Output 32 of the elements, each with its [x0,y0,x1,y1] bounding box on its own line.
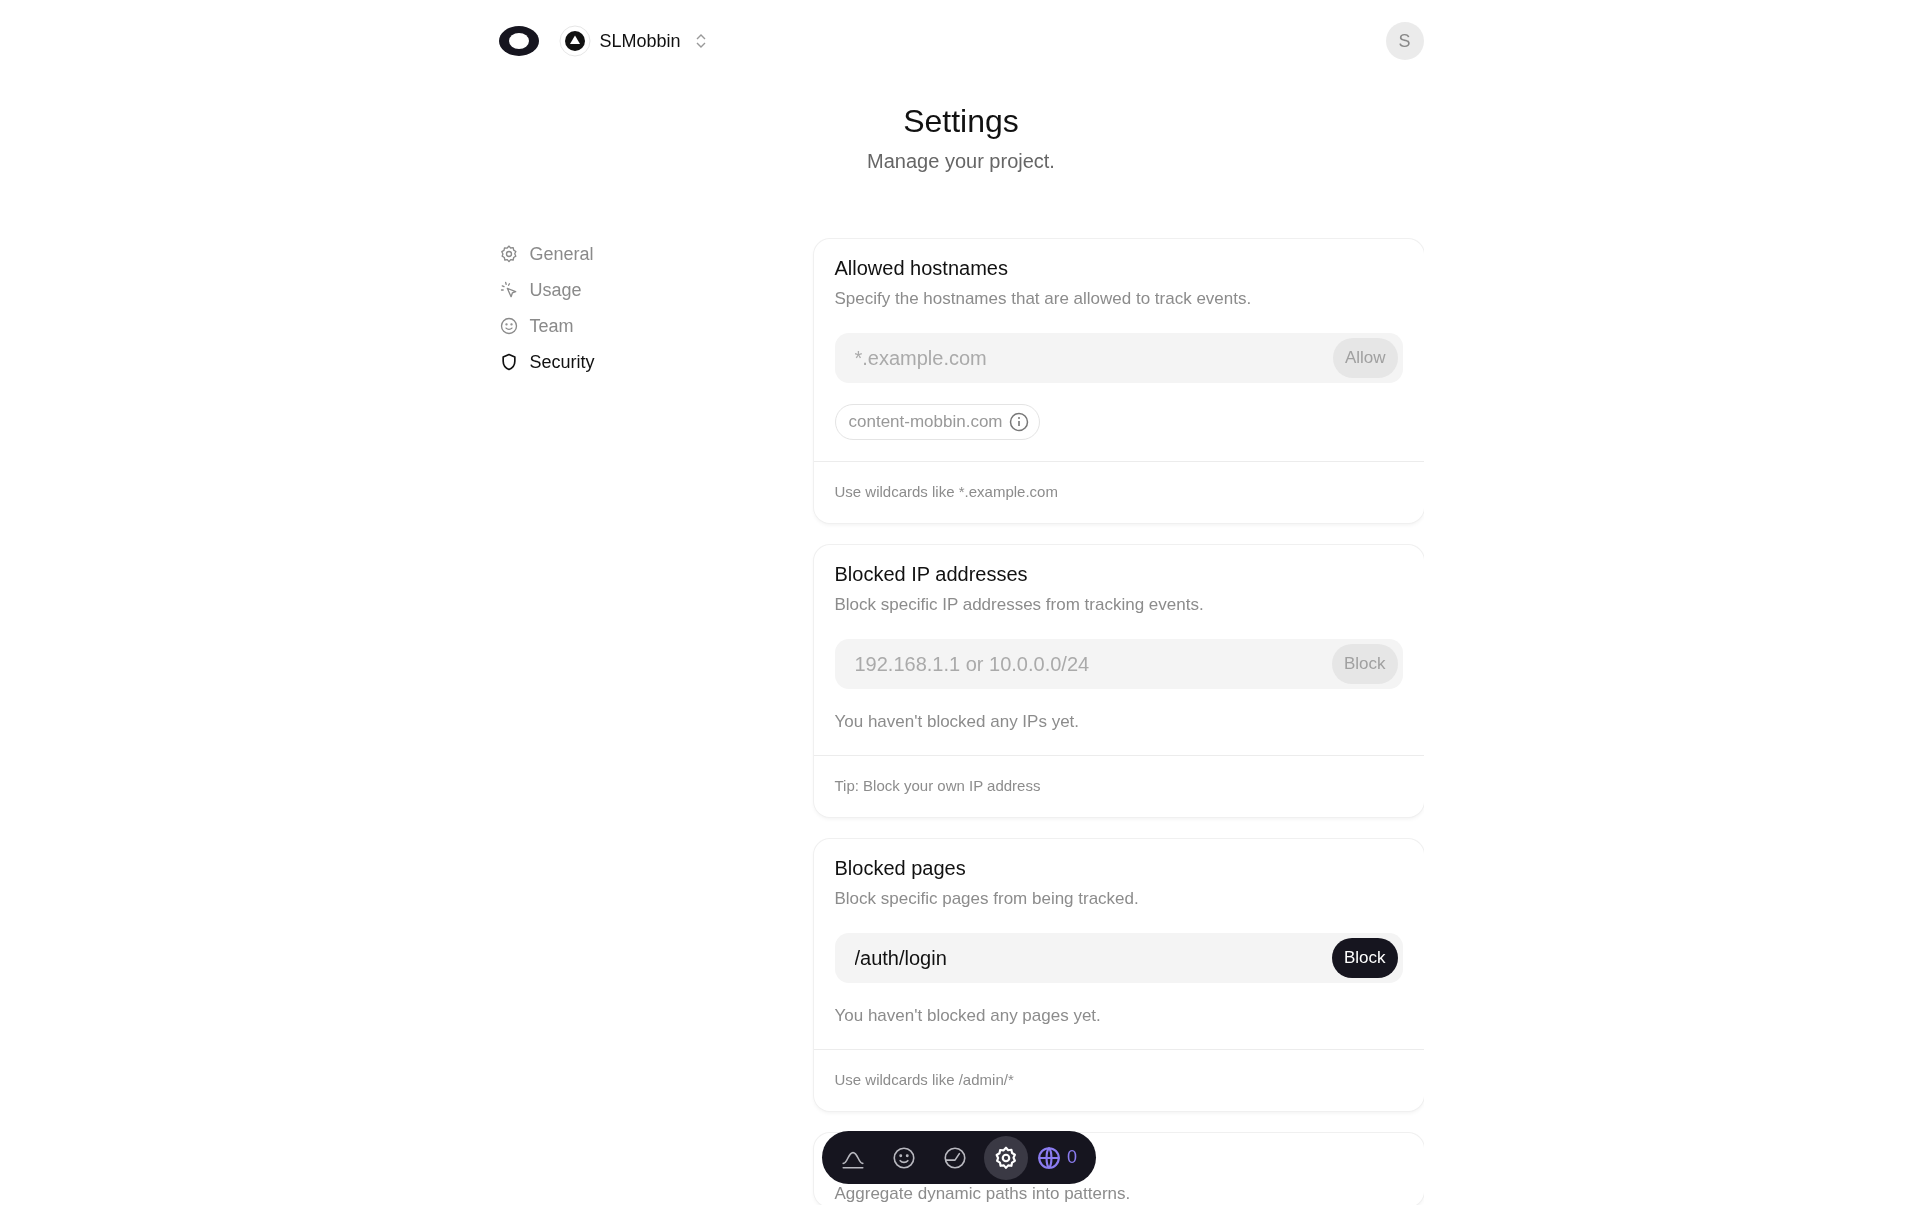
info-icon[interactable] [1008,412,1029,432]
page-title: Settings [902,102,1020,141]
card-footer-note: Tip: Block your own IP address [833,776,1042,796]
sidebar-item[interactable]: Team [498,312,574,340]
card-description: Specify the hostnames that are allowed to track events. [834,288,1253,310]
empty-message: You haven't blocked any IPs yet. [834,711,1081,733]
card-description: Block specific pages from being tracked. [834,888,1140,910]
gear-icon [498,244,519,264]
toolbar-button[interactable]: 0 [1034,1135,1079,1180]
sidebar-item[interactable]: Security [498,348,595,376]
sidebar-item[interactable]: General [498,240,594,268]
card-title: Allowed hostnames [834,256,1009,280]
card-footer-note: Use wildcards like /admin/* [833,1070,1015,1090]
empty-message: You haven't blocked any pages yet. [834,1005,1102,1027]
card-description: Block specific IP addresses from tracking events. [834,594,1205,616]
card-footer-note: Use wildcards like *.example.com [833,482,1059,502]
user-avatar[interactable]: S [1385,22,1424,60]
page-subtitle: Manage your project. [866,149,1056,174]
smiley-icon [890,1144,917,1171]
sidebar-item[interactable]: Usage [498,276,582,304]
input-field[interactable]: /auth/login Block [834,933,1403,983]
card-title: Blocked pages [834,856,967,880]
card-title: Blocked IP addresses [834,562,1029,586]
project-avatar-icon [558,25,591,57]
submit-button[interactable]: Block [1331,938,1398,978]
globe-icon [1036,1144,1062,1171]
gauge-icon [941,1144,968,1171]
pointer-icon [498,280,519,300]
logo-icon[interactable] [498,26,539,56]
smiley-icon [498,316,519,336]
card-description: Aggregate dynamic paths into patterns. [834,1185,1132,1203]
project-switcher[interactable]: SLMobbin [558,25,708,57]
